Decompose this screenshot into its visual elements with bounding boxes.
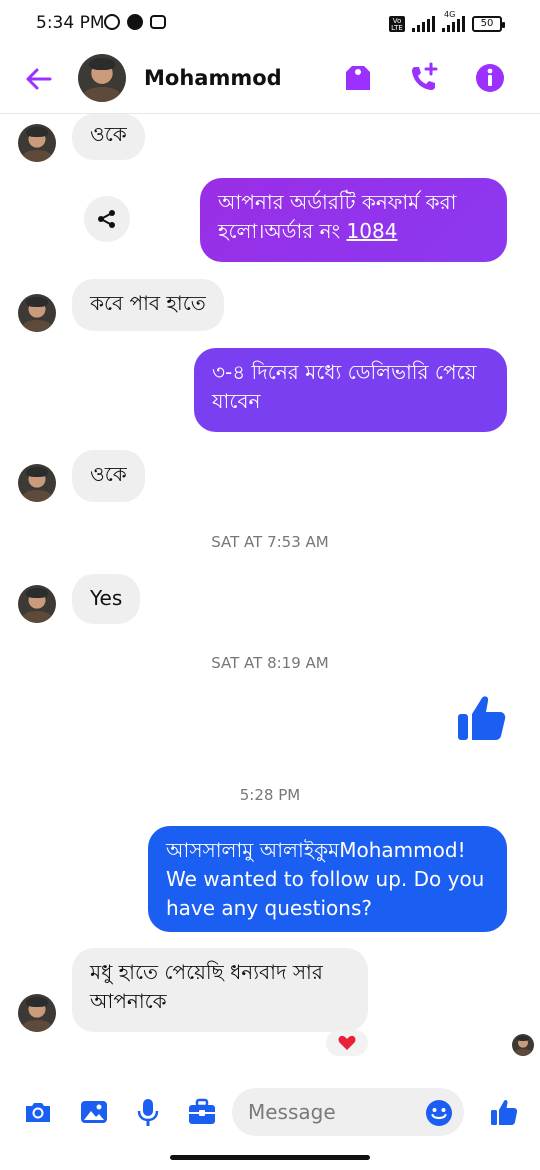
network-type-label: 4G [444, 10, 456, 19]
timestamp: 5:28 PM [239, 786, 301, 804]
outgoing-message[interactable]: ৩-৪ দিনের মধ্যে ডেলিভারি পেয়ে যাবেন [194, 348, 507, 432]
timestamp: SAT AT 7:53 AM [211, 533, 329, 551]
heart-icon [338, 1035, 356, 1050]
like-icon[interactable] [488, 1096, 520, 1128]
seen-avatar [512, 1034, 534, 1056]
add-call-icon[interactable] [406, 60, 442, 96]
thumbs-up-sticker[interactable] [454, 690, 510, 746]
message-composer [0, 1082, 540, 1142]
status-time: 5:34 PM [36, 13, 105, 33]
sender-avatar[interactable] [18, 294, 56, 332]
volte-icon: Vo LTE [389, 16, 405, 32]
sender-avatar[interactable] [18, 585, 56, 623]
back-arrow-icon[interactable] [22, 62, 56, 96]
whatsapp-icon [104, 14, 120, 30]
sender-avatar[interactable] [18, 124, 56, 162]
sender-avatar[interactable] [18, 994, 56, 1032]
status-bar: 5:34 PM Vo LTE 4G 50 [0, 0, 540, 46]
briefcase-icon[interactable] [186, 1096, 218, 1128]
incoming-message[interactable]: Yes [72, 574, 141, 624]
messenger-icon [127, 14, 143, 30]
incoming-message[interactable]: ওকে [72, 450, 145, 502]
mi-icon [150, 15, 166, 29]
info-icon[interactable] [472, 60, 508, 96]
camera-icon[interactable] [22, 1096, 54, 1128]
status-notification-icons [104, 14, 166, 30]
incoming-message[interactable]: ওকে [72, 114, 145, 160]
contact-name[interactable]: Mohammod [144, 66, 282, 90]
order-confirm-text: আপনার অর্ডারটি কনফার্ম করা হলো।অর্ডার নং [218, 190, 457, 243]
order-number-link[interactable]: 1084 [347, 219, 398, 243]
share-button[interactable] [84, 196, 130, 242]
heart-reaction[interactable] [326, 1030, 368, 1056]
battery-icon: 50 [472, 16, 505, 32]
outgoing-message[interactable]: আসসালামু আলাইকুমMohammod! We wanted to f… [148, 826, 507, 932]
emoji-icon[interactable] [424, 1098, 454, 1128]
microphone-icon[interactable] [132, 1096, 164, 1128]
contact-avatar[interactable] [78, 54, 126, 102]
timestamp: SAT AT 8:19 AM [211, 654, 329, 672]
share-icon [98, 210, 115, 228]
gallery-icon[interactable] [78, 1096, 110, 1128]
signal-4g-icon: 4G [442, 10, 465, 32]
outgoing-message[interactable]: আপনার অর্ডারটি কনফার্ম করা হলো।অর্ডার নং… [200, 178, 507, 262]
incoming-message[interactable]: মধু হাতে পেয়েছি ধন্যবাদ সার আপনাকে [72, 948, 368, 1032]
chat-header: Mohammod [0, 46, 540, 114]
sender-avatar[interactable] [18, 464, 56, 502]
home-indicator[interactable] [170, 1155, 370, 1160]
tag-icon[interactable] [340, 60, 376, 96]
incoming-message[interactable]: কবে পাব হাতে [72, 279, 224, 331]
status-system-icons: Vo LTE 4G 50 [389, 10, 505, 32]
signal-icon [412, 16, 435, 32]
